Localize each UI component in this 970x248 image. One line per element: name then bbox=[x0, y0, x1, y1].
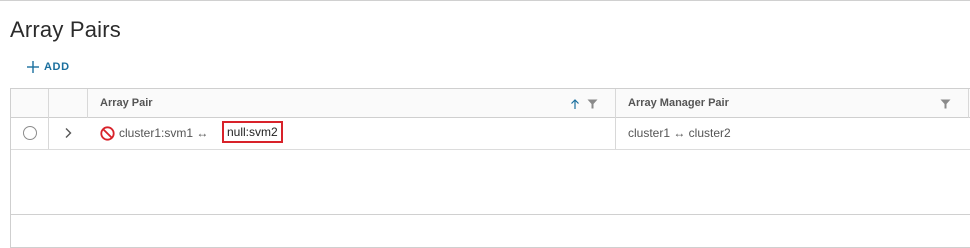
arrow-up-icon[interactable] bbox=[570, 98, 580, 110]
column-header-array-manager-pair[interactable]: Array Manager Pair bbox=[628, 97, 729, 109]
column-header-array-pair[interactable]: Array Pair bbox=[100, 97, 153, 109]
prohibited-icon bbox=[100, 126, 115, 141]
array-manager-pair-value: cluster1 ↔ cluster2 bbox=[628, 126, 731, 140]
column-separator bbox=[48, 89, 49, 118]
array-pair-target-highlighted: null:svm2 bbox=[222, 121, 283, 143]
row-select-radio[interactable] bbox=[23, 126, 37, 140]
add-button[interactable]: ADD bbox=[24, 58, 72, 76]
grid-header: Array Pair Array Manager Pair bbox=[11, 89, 970, 118]
filter-icon[interactable] bbox=[940, 99, 951, 109]
column-separator bbox=[48, 118, 49, 149]
grid-footer-divider bbox=[11, 214, 970, 215]
array-pairs-grid: Array Pair Array Manager Pair cluster1:s… bbox=[10, 88, 970, 248]
column-separator bbox=[615, 118, 616, 149]
top-border bbox=[0, 0, 970, 3]
column-separator bbox=[87, 89, 88, 118]
column-separator[interactable] bbox=[968, 89, 969, 118]
filter-icon[interactable] bbox=[587, 99, 598, 109]
plus-icon bbox=[27, 61, 39, 73]
column-separator[interactable] bbox=[615, 89, 616, 118]
chevron-right-icon[interactable] bbox=[63, 127, 73, 139]
table-row[interactable]: cluster1:svm1 ↔ null:svm2 cluster1 ↔ clu… bbox=[11, 118, 970, 150]
page-title: Array Pairs bbox=[10, 17, 121, 42]
array-pair-source: cluster1:svm1 ↔ bbox=[119, 126, 209, 140]
add-button-label: ADD bbox=[44, 61, 70, 73]
